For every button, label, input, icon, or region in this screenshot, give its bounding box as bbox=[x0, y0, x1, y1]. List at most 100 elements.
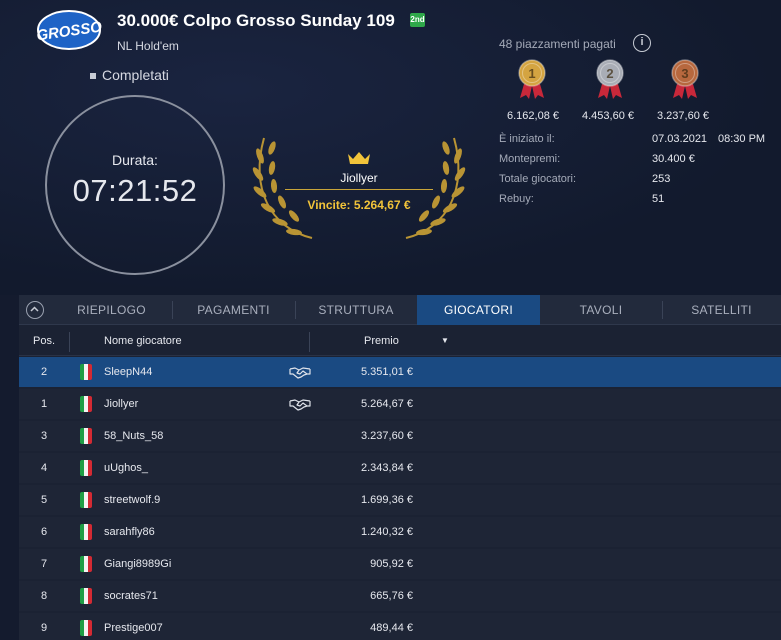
row-position: 7 bbox=[40, 558, 48, 570]
italy-flag-icon bbox=[80, 492, 92, 508]
status-square-icon bbox=[90, 73, 96, 80]
tournament-header-panel: GROSSO 30.000€ Colpo Grosso Sunday 109 2… bbox=[0, 0, 781, 295]
row-position: 6 bbox=[40, 526, 48, 538]
row-prize: 3.237,60 € bbox=[361, 430, 413, 442]
tournament-status: Completati bbox=[90, 67, 169, 83]
tab-bar: RIEPILOGO PAGAMENTI STRUTTURA GIOCATORI TAVO… bbox=[19, 295, 781, 325]
row-position: 2 bbox=[40, 366, 48, 378]
italy-flag-icon bbox=[80, 524, 92, 540]
grosso-logo: GROSSO bbox=[35, 8, 103, 52]
col-prize[interactable]: Premio bbox=[364, 326, 399, 356]
row-player-name: sarahfly86 bbox=[104, 526, 155, 538]
status-label: Completati bbox=[102, 67, 169, 83]
stat-value: 07.03.2021 bbox=[652, 133, 708, 145]
row-prize: 1.699,36 € bbox=[361, 494, 413, 506]
svg-text:2: 2 bbox=[606, 66, 613, 81]
italy-flag-icon bbox=[80, 556, 92, 572]
stat-value: 30.400 € bbox=[652, 153, 695, 165]
duration-label: Durata: bbox=[112, 152, 158, 168]
col-divider bbox=[69, 332, 70, 352]
table-row[interactable]: 6 sarahfly86 1.240,32 € bbox=[19, 517, 781, 547]
row-player-name: Jiollyer bbox=[104, 398, 139, 410]
medal-3-icon: 3 bbox=[667, 58, 703, 100]
sort-down-icon[interactable]: ▼ bbox=[441, 326, 449, 356]
italy-flag-icon bbox=[80, 364, 92, 380]
table-row[interactable]: 2 SleepN44 5.351,01 € bbox=[19, 357, 781, 387]
tab-struttura[interactable]: STRUTTURA bbox=[295, 295, 417, 325]
italy-flag-icon bbox=[80, 460, 92, 476]
row-prize: 489,44 € bbox=[370, 622, 413, 634]
row-position: 1 bbox=[40, 398, 48, 410]
collapse-icon[interactable] bbox=[26, 301, 44, 319]
row-prize: 5.264,67 € bbox=[361, 398, 413, 410]
row-player-name: uUghos_ bbox=[104, 462, 149, 474]
table-row[interactable]: 3 58_Nuts_58 3.237,60 € bbox=[19, 421, 781, 451]
row-prize: 1.240,32 € bbox=[361, 526, 413, 538]
table-row[interactable]: 5 streetwolf.9 1.699,36 € bbox=[19, 485, 781, 515]
stat-label: Totale giocatori: bbox=[499, 173, 577, 185]
table-row[interactable]: 7 Giangi8989Gi 905,92 € bbox=[19, 549, 781, 579]
stat-label: Montepremi: bbox=[499, 153, 561, 165]
duration-clock: Durata: 07:21:52 bbox=[45, 95, 225, 275]
medal-1-icon: 1 bbox=[514, 58, 550, 100]
winner-divider bbox=[285, 189, 433, 190]
stat-value: 253 bbox=[652, 173, 671, 185]
table-row[interactable]: 4 uUghos_ 2.343,84 € bbox=[19, 453, 781, 483]
tab-tavoli[interactable]: TAVOLI bbox=[540, 295, 662, 325]
row-position: 9 bbox=[40, 622, 48, 634]
row-player-name: 58_Nuts_58 bbox=[104, 430, 164, 442]
medal-2-prize: 4.453,60 € bbox=[582, 110, 634, 122]
players-panel: RIEPILOGO PAGAMENTI STRUTTURA GIOCATORI TAVO… bbox=[19, 295, 781, 640]
guarantee-badge: 2nd bbox=[410, 13, 425, 27]
table-row[interactable]: 8 socrates71 665,76 € bbox=[19, 581, 781, 611]
row-player-name: socrates71 bbox=[104, 590, 158, 602]
winner-prize: Vincite: 5.264,67 € bbox=[307, 198, 411, 212]
row-position: 8 bbox=[40, 590, 48, 602]
table-row[interactable]: 1 Jiollyer 5.264,67 € bbox=[19, 389, 781, 419]
row-prize: 2.343,84 € bbox=[361, 462, 413, 474]
row-player-name: Giangi8989Gi bbox=[104, 558, 172, 570]
stat-value: 51 bbox=[652, 193, 665, 205]
row-prize: 905,92 € bbox=[370, 558, 413, 570]
duration-value: 07:21:52 bbox=[72, 173, 198, 208]
row-player-name: streetwolf.9 bbox=[104, 494, 161, 506]
tab-riepilogo[interactable]: RIEPILOGO bbox=[51, 295, 172, 325]
italy-flag-icon bbox=[80, 620, 92, 636]
handshake-icon bbox=[289, 397, 311, 411]
stat-label: Rebuy: bbox=[499, 193, 534, 205]
row-position: 5 bbox=[40, 494, 48, 506]
laurel-wreath-icon bbox=[252, 137, 466, 239]
stat-time: 08:30 PM bbox=[718, 133, 766, 145]
row-prize: 665,76 € bbox=[370, 590, 413, 602]
handshake-icon bbox=[289, 365, 311, 379]
svg-text:3: 3 bbox=[681, 66, 688, 81]
tab-giocatori[interactable]: GIOCATORI bbox=[417, 295, 540, 325]
crown-icon bbox=[347, 150, 371, 166]
table-header: Pos. Nome giocatore Premio ▼ bbox=[19, 326, 781, 356]
col-name[interactable]: Nome giocatore bbox=[104, 326, 182, 356]
svg-text:1: 1 bbox=[528, 66, 535, 81]
winner-laurel: Jiollyer Vincite: 5.264,67 € bbox=[250, 128, 468, 246]
row-position: 3 bbox=[40, 430, 48, 442]
medal-3-prize: 3.237,60 € bbox=[657, 110, 709, 122]
tournament-title: 30.000€ Colpo Grosso Sunday 109 bbox=[117, 11, 395, 30]
row-position: 4 bbox=[40, 462, 48, 474]
row-player-name: Prestige007 bbox=[104, 622, 163, 634]
paid-places-label: 48 piazzamenti pagati bbox=[499, 37, 616, 51]
row-prize: 5.351,01 € bbox=[361, 366, 413, 378]
table-row[interactable]: 9 Prestige007 489,44 € bbox=[19, 613, 781, 640]
col-pos[interactable]: Pos. bbox=[19, 326, 69, 356]
col-divider bbox=[309, 332, 310, 352]
italy-flag-icon bbox=[80, 428, 92, 444]
stat-label: È iniziato il: bbox=[499, 133, 555, 145]
italy-flag-icon bbox=[80, 396, 92, 412]
tab-satelliti[interactable]: SATELLITI bbox=[662, 295, 781, 325]
medal-1-prize: 6.162,08 € bbox=[507, 110, 559, 122]
row-player-name: SleepN44 bbox=[104, 366, 153, 378]
tab-pagamenti[interactable]: PAGAMENTI bbox=[172, 295, 295, 325]
medal-2-icon: 2 bbox=[592, 58, 628, 100]
italy-flag-icon bbox=[80, 588, 92, 604]
winner-name: Jiollyer bbox=[340, 171, 378, 185]
info-icon[interactable]: i bbox=[633, 34, 651, 52]
game-type: NL Hold'em bbox=[117, 39, 179, 53]
